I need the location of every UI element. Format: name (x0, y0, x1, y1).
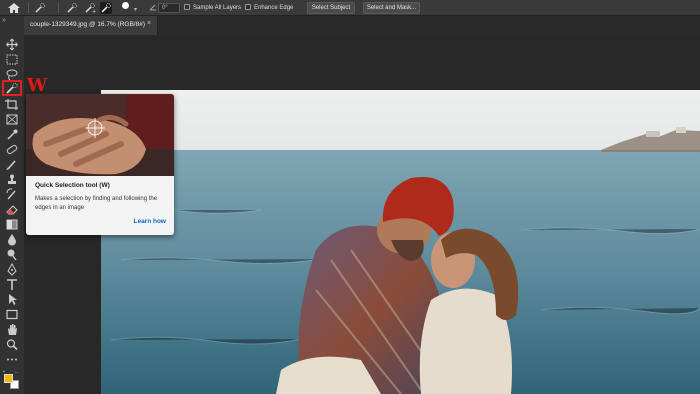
shortcut-annotation: W (27, 75, 48, 96)
tooltip-title: Quick Selection tool (W) (35, 182, 110, 189)
subtract-from-selection-icon[interactable] (100, 2, 112, 14)
clone-stamp-icon[interactable] (4, 173, 20, 186)
tooltip-preview-image (26, 94, 174, 176)
foreground-color-swatch[interactable] (4, 374, 13, 383)
dodge-tool-icon[interactable] (4, 248, 20, 261)
document-tab-title: couple-1329349.jpg @ 16.7% (RGB/8#) (30, 21, 146, 28)
angle-field[interactable]: 0° (158, 3, 180, 13)
document-tab[interactable]: couple-1329349.jpg @ 16.7% (RGB/8#) × (24, 16, 158, 35)
brush-size-preview[interactable] (122, 2, 129, 9)
move-tool-icon[interactable] (4, 38, 20, 51)
select-subject-button[interactable]: Select Subject (307, 2, 355, 14)
frame-tool-icon[interactable] (4, 113, 20, 126)
enhance-edge-checkbox[interactable] (245, 4, 251, 10)
tooltip-description: Makes a selection by finding and followi… (35, 196, 158, 211)
divider (28, 3, 29, 13)
tool-tooltip: Quick Selection tool (W) Makes a selecti… (26, 94, 174, 235)
type-tool-icon[interactable] (4, 278, 20, 291)
eraser-tool-icon[interactable] (4, 203, 20, 216)
quick-selection-tool-icon[interactable] (2, 80, 22, 96)
healing-brush-icon[interactable] (4, 143, 20, 156)
add-to-selection-icon[interactable]: + (84, 2, 96, 14)
blur-tool-icon[interactable] (4, 233, 20, 246)
swap-colors-icon[interactable]: ↔ (14, 369, 19, 375)
crop-tool-icon[interactable] (4, 98, 20, 111)
new-selection-icon[interactable] (66, 2, 78, 14)
double-chevron-icon[interactable]: » (2, 17, 6, 24)
rectangle-tool-icon[interactable] (4, 308, 20, 321)
svg-text:+: + (92, 9, 96, 14)
path-selection-icon[interactable] (4, 293, 20, 306)
close-icon[interactable]: × (147, 20, 151, 27)
more-tools-icon[interactable] (4, 353, 20, 366)
brush-tool-icon[interactable] (4, 158, 20, 171)
learn-how-link[interactable]: Learn how (133, 218, 166, 225)
zoom-tool-icon[interactable] (4, 338, 20, 351)
select-and-mask-button[interactable]: Select and Mask... (363, 2, 420, 14)
divider (58, 3, 59, 13)
sample-all-layers-label: Sample All Layers (193, 5, 242, 11)
gradient-tool-icon[interactable] (4, 218, 20, 231)
quick-selection-preset-icon[interactable] (34, 2, 46, 14)
tools-panel (0, 35, 24, 394)
hand-tool-icon[interactable] (4, 323, 20, 336)
eyedropper-tool-icon[interactable] (4, 128, 20, 141)
angle-icon (149, 4, 156, 11)
options-bar: + ▾ 0° Sample All Layers Enhance Edge Se… (0, 0, 700, 16)
sample-all-layers-checkbox[interactable] (184, 4, 190, 10)
document-canvas-image[interactable] (101, 90, 700, 394)
history-brush-icon[interactable] (4, 188, 20, 201)
pen-tool-icon[interactable] (4, 263, 20, 276)
marquee-tool-icon[interactable] (4, 53, 20, 66)
enhance-edge-label: Enhance Edge (254, 5, 294, 11)
toolbar-collapse[interactable]: » (0, 16, 24, 35)
chevron-down-icon[interactable]: ▾ (134, 6, 137, 13)
home-icon[interactable] (7, 2, 21, 14)
